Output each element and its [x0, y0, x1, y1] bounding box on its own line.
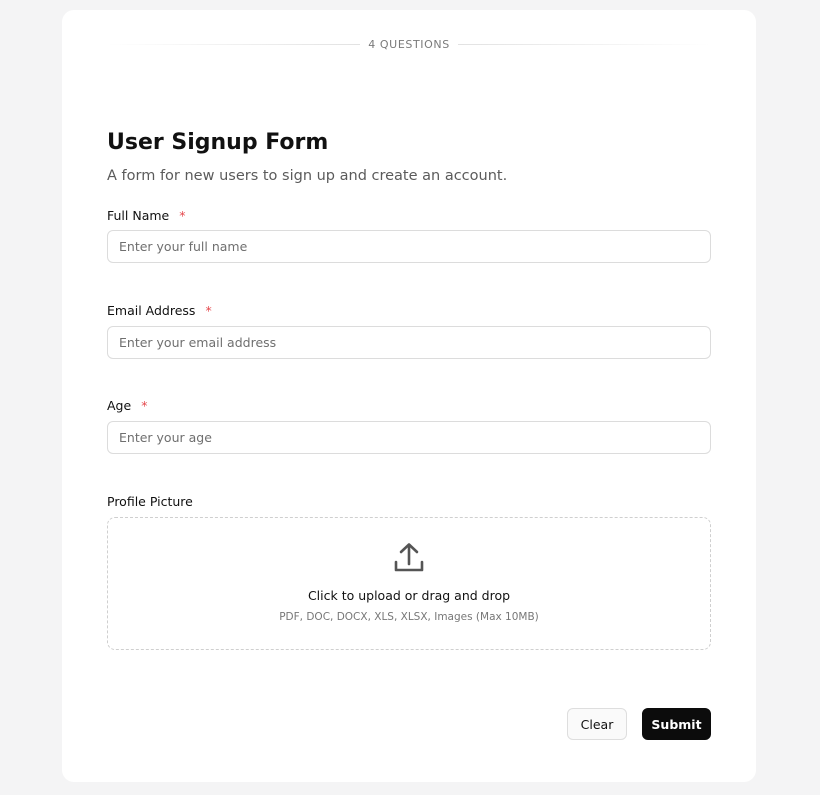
clear-button[interactable]: Clear	[567, 708, 627, 740]
full-name-label: Full Name *	[107, 208, 185, 223]
form-description: A form for new users to sign up and crea…	[107, 168, 508, 184]
divider-line-left	[107, 43, 361, 45]
required-marker: *	[179, 208, 186, 223]
email-address-label: Email Address *	[107, 303, 212, 318]
question-count-divider: 4 QUESTIONS	[107, 34, 712, 54]
profile-picture-label: Profile Picture	[107, 494, 193, 509]
profile-picture-dropzone[interactable]: Click to upload or drag and drop PDF, DO…	[107, 517, 711, 650]
upload-title: Click to upload or drag and drop	[307, 588, 511, 603]
age-label-text: Age	[107, 398, 132, 413]
question-count-label: 4 QUESTIONS	[368, 37, 450, 51]
upload-icon	[394, 543, 424, 572]
divider-line-right	[457, 43, 712, 45]
submit-button[interactable]: Submit	[642, 708, 711, 740]
profile-picture-label-text: Profile Picture	[107, 494, 193, 509]
form-title: User Signup Form	[107, 130, 329, 155]
upload-file-types-hint: PDF, DOC, DOCX, XLS, XLSX, Images (Max 1…	[279, 611, 539, 623]
required-marker: *	[205, 303, 212, 318]
age-input[interactable]	[107, 421, 711, 454]
age-label: Age *	[107, 398, 147, 413]
form-card: 4 QUESTIONS User Signup Form A form for …	[62, 10, 756, 782]
required-marker: *	[141, 398, 148, 413]
full-name-input[interactable]	[107, 230, 711, 263]
email-address-label-text: Email Address	[107, 303, 196, 318]
full-name-label-text: Full Name	[107, 208, 170, 223]
email-address-input[interactable]	[107, 326, 711, 359]
